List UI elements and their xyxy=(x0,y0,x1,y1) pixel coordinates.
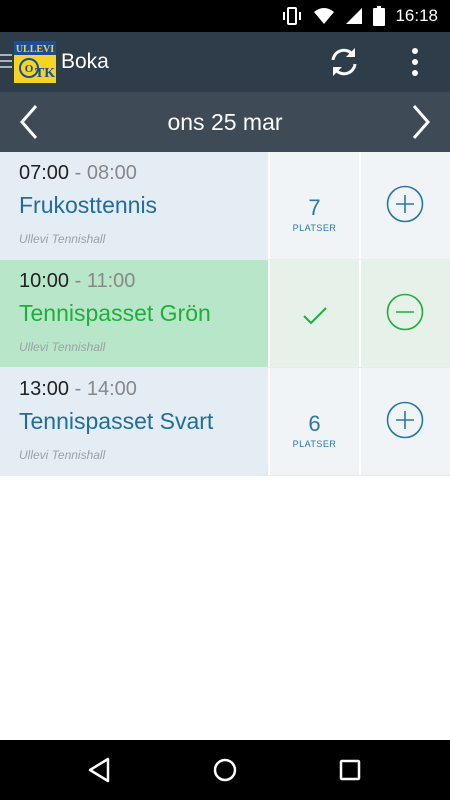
recents-icon[interactable] xyxy=(334,754,366,786)
session-name: Tennispasset Svart xyxy=(19,408,214,434)
spots-unit: PLATSER xyxy=(292,223,337,233)
end-time: 14:00 xyxy=(86,378,137,400)
more-vert-icon[interactable] xyxy=(402,44,428,80)
end-time: 11:00 xyxy=(86,270,136,292)
add-circle-icon[interactable] xyxy=(386,185,424,223)
start-time: 13:00 xyxy=(19,378,70,400)
clock: 16:18 xyxy=(395,6,438,25)
session-info[interactable]: 10:00 - 11:00 Tennispasset Grön Ullevi T… xyxy=(0,260,268,367)
previous-day-chevron-icon[interactable] xyxy=(10,102,50,142)
app-bar: ULLEVI O TK Boka xyxy=(0,32,450,92)
session-time: 07:00 - 08:00 xyxy=(19,162,137,185)
drawer-indicator-icon[interactable] xyxy=(0,54,12,72)
back-icon[interactable] xyxy=(84,754,116,786)
spots-unit: PLATSER xyxy=(292,439,337,449)
spots-count: 6 xyxy=(308,411,321,436)
wifi-icon xyxy=(314,8,335,24)
vibrate-icon xyxy=(283,7,302,25)
club-logo: ULLEVI O TK xyxy=(14,41,56,83)
session-name: Frukosttennis xyxy=(19,192,158,218)
date-navigator: ons 25 mar xyxy=(0,92,450,152)
spots-available: 6 PLATSER xyxy=(270,368,359,475)
book-button[interactable] xyxy=(361,368,450,475)
svg-text:ULLEVI: ULLEVI xyxy=(16,44,54,55)
remove-circle-icon[interactable] xyxy=(386,293,424,331)
refresh-icon[interactable] xyxy=(326,44,362,80)
session-name: Tennispasset Grön xyxy=(19,300,211,326)
session-row[interactable]: 13:00 - 14:00 Tennispasset Svart Ullevi … xyxy=(0,368,450,476)
time-separator: - xyxy=(74,270,82,292)
system-nav-bar xyxy=(0,740,450,800)
session-row[interactable]: 07:00 - 08:00 Frukosttennis Ullevi Tenni… xyxy=(0,152,450,260)
session-row[interactable]: 10:00 - 11:00 Tennispasset Grön Ullevi T… xyxy=(0,260,450,368)
book-button[interactable] xyxy=(361,152,450,259)
session-info[interactable]: 13:00 - 14:00 Tennispasset Svart Ullevi … xyxy=(0,368,268,475)
session-list: 07:00 - 08:00 Frukosttennis Ullevi Tenni… xyxy=(0,152,450,476)
home-icon[interactable] xyxy=(209,754,241,786)
add-circle-icon[interactable] xyxy=(386,401,424,439)
svg-text:O: O xyxy=(25,63,34,75)
session-time: 10:00 - 11:00 xyxy=(19,270,135,293)
start-time: 10:00 xyxy=(19,270,70,292)
start-time: 07:00 xyxy=(19,162,70,184)
booked-status xyxy=(270,260,359,367)
status-bar: 16:18 xyxy=(0,0,450,32)
cancel-booking-button[interactable] xyxy=(361,260,450,367)
end-time: 08:00 xyxy=(86,162,137,184)
session-venue: Ullevi Tennishall xyxy=(19,232,106,246)
selected-date: ons 25 mar xyxy=(167,109,283,135)
time-separator: - xyxy=(74,162,82,184)
session-venue: Ullevi Tennishall xyxy=(19,340,106,354)
battery-icon xyxy=(373,6,386,26)
time-separator: - xyxy=(74,378,82,400)
svg-text:TK: TK xyxy=(35,66,55,81)
page-title: Boka xyxy=(61,50,109,73)
session-time: 13:00 - 14:00 xyxy=(19,378,137,401)
next-day-chevron-icon[interactable] xyxy=(400,102,440,142)
check-icon xyxy=(303,307,327,325)
session-venue: Ullevi Tennishall xyxy=(19,448,106,462)
spots-available: 7 PLATSER xyxy=(270,152,359,259)
signal-icon xyxy=(346,8,363,24)
session-info[interactable]: 07:00 - 08:00 Frukosttennis Ullevi Tenni… xyxy=(0,152,268,259)
spots-count: 7 xyxy=(308,195,321,220)
